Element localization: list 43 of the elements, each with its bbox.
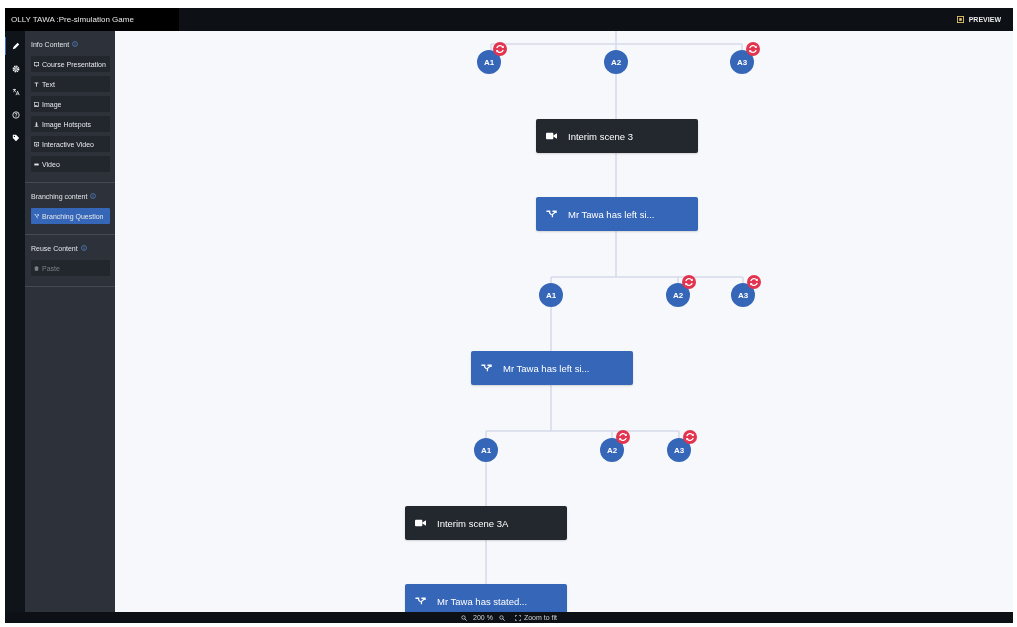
answer-node[interactable]: A2 (604, 50, 628, 74)
branch-icon (415, 597, 426, 605)
translate-icon (11, 88, 20, 96)
answer-node[interactable]: A2 (600, 438, 624, 462)
loop-badge[interactable] (616, 430, 630, 444)
zoom-out-icon[interactable] (461, 614, 468, 621)
window-title: OLLY TAWA :Pre-simulation Game (11, 15, 134, 24)
branch-icon (481, 364, 492, 372)
film-icon (34, 161, 39, 167)
letter-icon (34, 81, 39, 87)
answer-node[interactable]: A1 (474, 438, 498, 462)
loop-badge[interactable] (683, 430, 697, 444)
clipboard-icon (34, 265, 39, 271)
loop-badge[interactable] (746, 42, 760, 56)
branch-icon (34, 213, 39, 219)
scene-node[interactable]: Interim scene 3A (405, 506, 567, 540)
answer-node[interactable]: A3 (667, 438, 691, 462)
branch-icon (546, 210, 557, 218)
answer-node[interactable]: A3 (731, 283, 755, 307)
scene-node[interactable]: Interim scene 3 (536, 119, 698, 153)
person-icon (34, 121, 39, 127)
zoom-in-icon[interactable] (498, 614, 505, 621)
loop-badge[interactable] (682, 275, 696, 289)
fit-icon (514, 614, 521, 621)
loop-badge[interactable] (493, 42, 507, 56)
answer-node[interactable]: A2 (666, 283, 690, 307)
answer-node[interactable]: A3 (730, 50, 754, 74)
question-node[interactable]: Mr Tawa has left si... (471, 351, 633, 385)
answer-node[interactable]: A1 (539, 283, 563, 307)
screen-icon (34, 141, 39, 147)
tag-icon (11, 134, 20, 142)
help-icon (11, 111, 20, 119)
answer-node[interactable]: A1 (477, 50, 501, 74)
question-node[interactable]: Mr Tawa has stated... (405, 584, 567, 612)
question-node[interactable]: Mr Tawa has left si... (536, 197, 698, 231)
loop-badge[interactable] (747, 275, 761, 289)
monitor-icon (34, 61, 39, 67)
camera-icon (415, 519, 426, 527)
camera-icon (546, 132, 557, 140)
pencil-icon (11, 42, 20, 50)
gear-icon (11, 65, 20, 73)
preview-icon (956, 16, 964, 23)
image-icon (34, 101, 39, 107)
